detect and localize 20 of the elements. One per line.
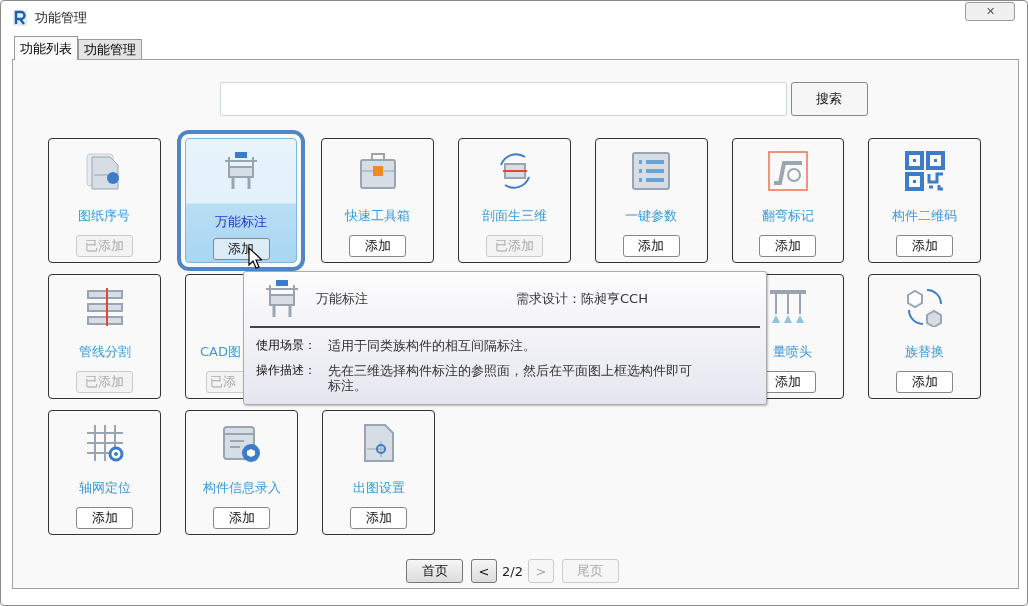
card-label: 剖面生三维 xyxy=(482,207,547,225)
card-label: CAD图 xyxy=(200,343,241,361)
card-label: 出图设置 xyxy=(352,479,405,497)
card-label: 轴网定位 xyxy=(78,479,131,497)
card-label: 构件信息录入 xyxy=(202,479,281,497)
card-label: 一键参数 xyxy=(625,207,678,225)
card-label: 管线分割 xyxy=(78,343,131,361)
card-label: 快速工具箱 xyxy=(345,207,411,225)
field-text: 先在三维选择构件标注的参照面，然后在平面图上框选构件即可标注。 xyxy=(328,363,693,393)
card-label: 构件二维码 xyxy=(892,207,958,225)
card-label: 图纸序号 xyxy=(78,207,131,225)
card-label: 翻弯标记 xyxy=(761,207,814,225)
field-text: 适用于同类族构件的相互间隔标注。 xyxy=(328,338,537,353)
page-indicator: 2/2 xyxy=(502,563,523,579)
tooltip-title: 万能标注 xyxy=(316,290,368,308)
card-label: 族替换 xyxy=(905,343,944,361)
window-title: 功能管理 xyxy=(35,9,87,27)
card-label: 万能标注 xyxy=(215,213,268,231)
card-label: 量喷头 xyxy=(773,343,812,361)
designer-text: 需求设计：陈昶亨CCH xyxy=(516,290,648,308)
